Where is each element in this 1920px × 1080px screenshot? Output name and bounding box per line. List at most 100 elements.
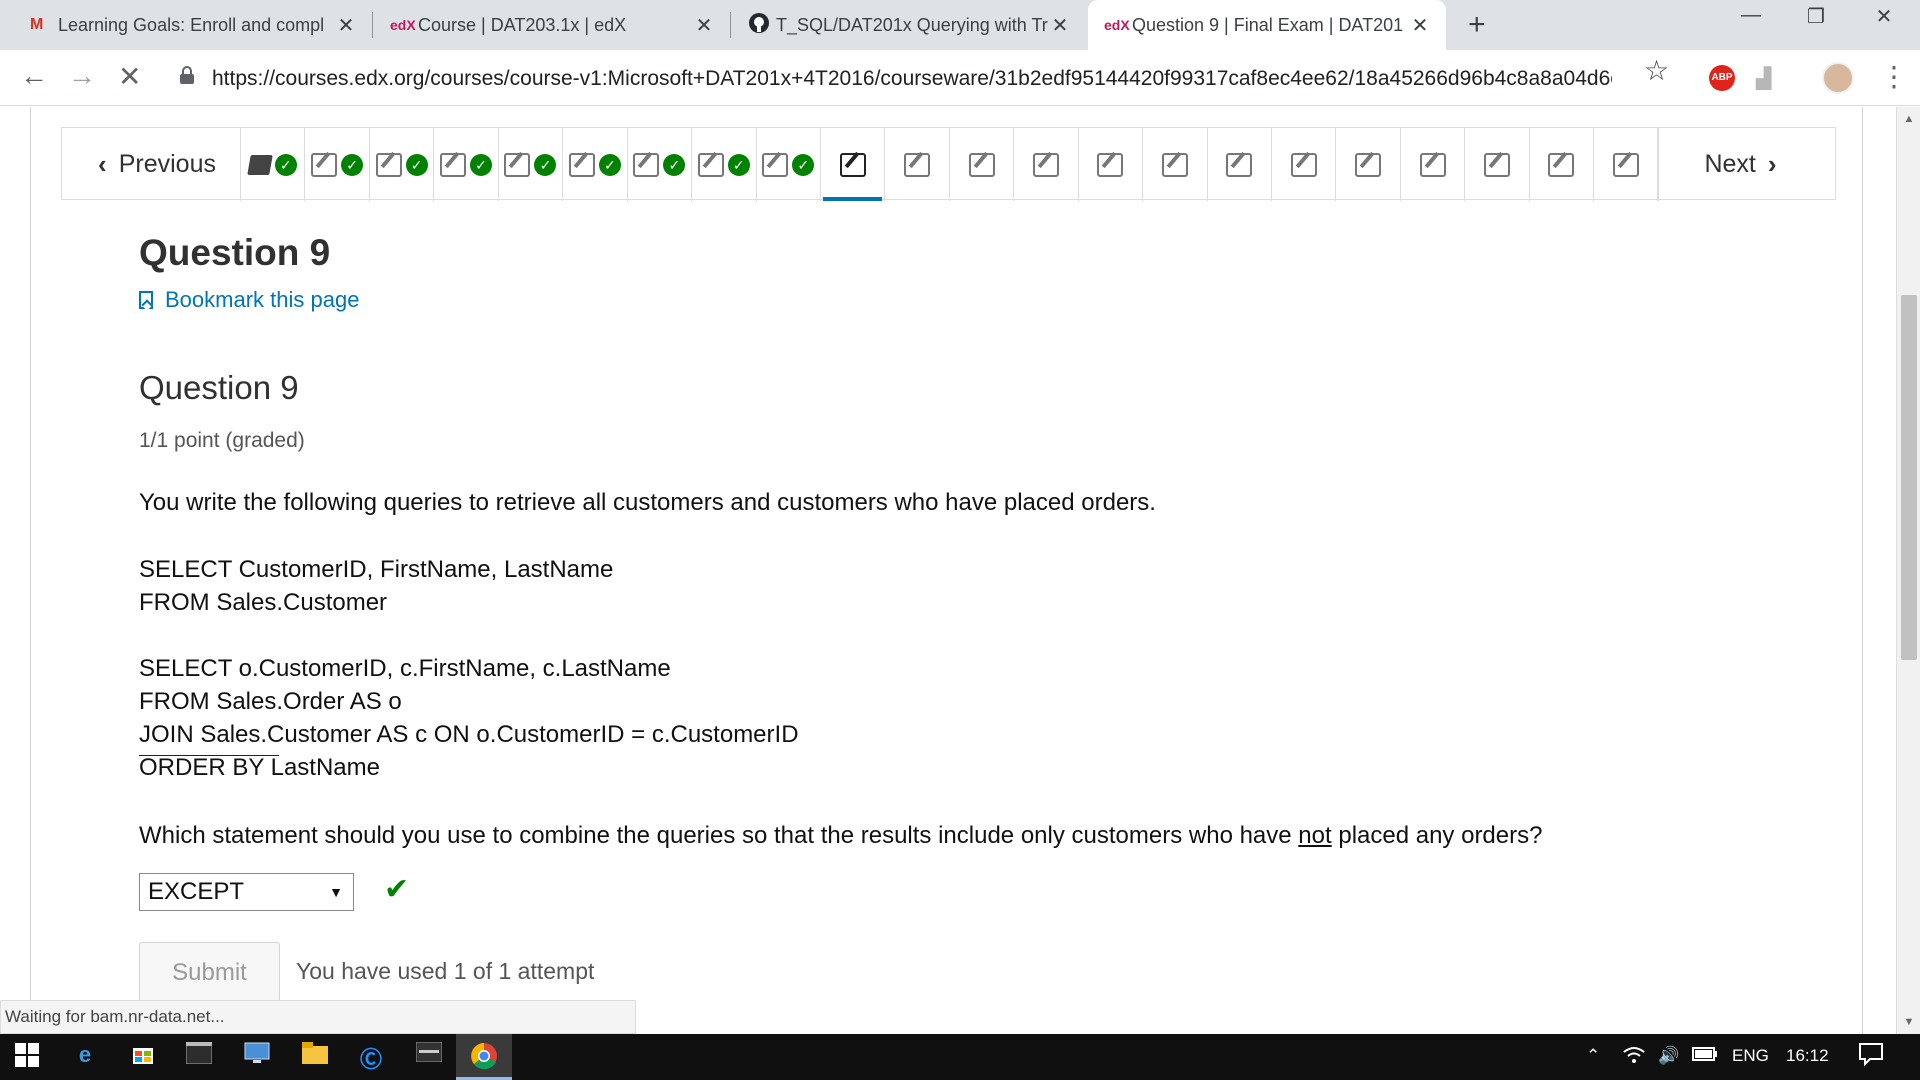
problem-intro: You write the following queries to retri… (139, 489, 1156, 516)
query1-line: SELECT CustomerID, FirstName, LastName (139, 556, 614, 583)
content-border-left (30, 107, 31, 1034)
page-scrollbar[interactable]: ▲ ▼ (1896, 107, 1920, 1034)
completed-check-icon: ✓ (405, 153, 428, 176)
file-explorer-icon[interactable] (300, 1042, 330, 1072)
edit-icon (375, 152, 402, 177)
sequence-item-11[interactable] (885, 128, 950, 201)
remote-desktop-icon[interactable] (242, 1042, 272, 1072)
sql-tool-icon[interactable] (414, 1041, 444, 1072)
sequence-item-9[interactable]: ✓ (757, 128, 821, 201)
sequence-item-19[interactable] (1401, 128, 1466, 201)
battery-icon[interactable] (1692, 1046, 1718, 1066)
dropdown-arrow-icon: ▼ (329, 884, 343, 900)
sequence-item-18[interactable] (1336, 128, 1401, 201)
tab-edx-course[interactable]: edX Course | DAT203.1x | edX ✕ (374, 0, 730, 50)
edit-icon (1032, 152, 1059, 177)
edit-icon (904, 152, 931, 177)
edge-icon[interactable]: e (70, 1042, 100, 1072)
edx-icon: edX (390, 17, 416, 33)
sequence-item-20[interactable] (1465, 128, 1530, 201)
close-icon[interactable]: ✕ (1048, 13, 1072, 38)
menu-kebab-icon[interactable]: ⋮ (1880, 60, 1908, 93)
sequence-item-3[interactable]: ✓ (370, 128, 435, 201)
bookmark-star-icon[interactable]: ☆ (1644, 54, 1669, 87)
github-icon (748, 12, 776, 39)
adblock-plus-icon[interactable]: ABP (1709, 65, 1735, 91)
completed-check-icon: ✓ (274, 153, 297, 176)
store-icon[interactable] (128, 1042, 158, 1072)
clock[interactable]: 16:12 (1786, 1046, 1829, 1066)
extension-icon[interactable]: ▟ (1756, 66, 1771, 91)
tab-gmail[interactable]: M Learning Goals: Enroll and compl ✕ (14, 0, 372, 50)
sequence-item-15[interactable] (1143, 128, 1208, 201)
tab-title: T_SQL/DAT201x Querying with Tr (776, 14, 1048, 35)
sequence-item-4[interactable]: ✓ (434, 128, 499, 201)
tab-github[interactable]: T_SQL/DAT201x Querying with Tr ✕ (732, 0, 1086, 50)
previous-label: Previous (118, 150, 216, 178)
url-text[interactable]: https://courses.edx.org/courses/course-v… (212, 67, 1612, 91)
new-tab-button[interactable]: + (1468, 8, 1486, 42)
sequence-item-12[interactable] (950, 128, 1015, 201)
volume-icon[interactable]: 🔊 (1658, 1046, 1679, 1066)
edit-icon (968, 152, 995, 177)
minimize-button[interactable]: — (1725, 4, 1777, 27)
sequence-item-8[interactable]: ✓ (692, 128, 757, 201)
wifi-icon[interactable] (1622, 1046, 1646, 1069)
query2-line: FROM Sales.Order AS o (139, 688, 402, 715)
sequence-nav: ‹ Previous ✓ ✓ ✓ ✓ ✓ ✓ ✓ ✓ ✓ Next › (61, 127, 1836, 201)
scroll-down-arrow-icon[interactable]: ▼ (1897, 1016, 1920, 1028)
edit-icon (311, 152, 338, 177)
close-icon[interactable]: ✕ (1408, 13, 1432, 38)
answer-select[interactable]: EXCEPT ▼ (139, 873, 354, 911)
language-indicator[interactable]: ENG (1732, 1046, 1769, 1066)
sequence-item-14[interactable] (1079, 128, 1144, 201)
edit-icon (568, 152, 595, 177)
notification-icon[interactable] (1858, 1042, 1884, 1071)
windows-start-icon[interactable] (12, 1042, 42, 1072)
chrome-icon[interactable] (469, 1042, 499, 1072)
address-bar[interactable]: https://courses.edx.org/courses/course-v… (168, 57, 1678, 99)
submit-button[interactable]: Submit (139, 942, 280, 1002)
sequence-item-2[interactable]: ✓ (305, 128, 370, 201)
close-icon[interactable]: ✕ (692, 13, 716, 38)
edit-icon (1419, 152, 1446, 177)
previous-button[interactable]: ‹ Previous (62, 128, 241, 201)
attempts-text: You have used 1 of 1 attempt (296, 958, 595, 984)
book-icon (246, 154, 273, 175)
sequence-item-13[interactable] (1014, 128, 1079, 201)
chevron-up-icon[interactable]: ⌃ (1586, 1046, 1600, 1066)
sequence-item-7[interactable]: ✓ (628, 128, 693, 201)
edit-icon (697, 152, 724, 177)
back-arrow-icon[interactable]: ← (20, 60, 48, 92)
avatar[interactable] (1822, 62, 1854, 94)
bookmark-link[interactable]: Bookmark this page (139, 287, 359, 313)
scrollbar-thumb[interactable] (1901, 295, 1917, 660)
app-c-icon[interactable]: Ⓒ (356, 1042, 386, 1072)
edit-icon (1161, 152, 1188, 177)
forward-arrow-icon[interactable]: → (68, 60, 96, 92)
completed-check-icon: ✓ (470, 153, 493, 176)
sequence-item-17[interactable] (1272, 128, 1337, 201)
close-icon[interactable]: ✕ (334, 13, 358, 38)
sequence-item-6[interactable]: ✓ (563, 128, 628, 201)
answer-selected-value: EXCEPT (148, 878, 245, 905)
sequence-item-5[interactable]: ✓ (499, 128, 564, 201)
edit-icon (762, 152, 789, 177)
sequence-item-1[interactable]: ✓ (241, 128, 306, 201)
edit-icon (1548, 152, 1575, 177)
next-button[interactable]: Next › (1657, 128, 1835, 201)
sequence-item-21[interactable] (1530, 128, 1595, 201)
edit-icon (504, 152, 531, 177)
tab-active-question[interactable]: edX Question 9 | Final Exam | DAT201 ✕ (1088, 0, 1446, 50)
sequence-item-16[interactable] (1208, 128, 1272, 201)
scroll-up-arrow-icon[interactable]: ▲ (1897, 113, 1920, 125)
bookmark-icon (139, 291, 153, 309)
close-window-button[interactable]: ✕ (1858, 4, 1910, 29)
restore-button[interactable]: ❐ (1790, 4, 1842, 29)
edx-icon: edX (1104, 17, 1130, 33)
sequence-item-22[interactable] (1594, 128, 1659, 201)
stop-loading-icon[interactable]: ✕ (118, 60, 141, 93)
tab-divider (730, 12, 731, 38)
sequence-item-10[interactable] (821, 128, 886, 201)
terminal-icon[interactable] (184, 1041, 214, 1072)
